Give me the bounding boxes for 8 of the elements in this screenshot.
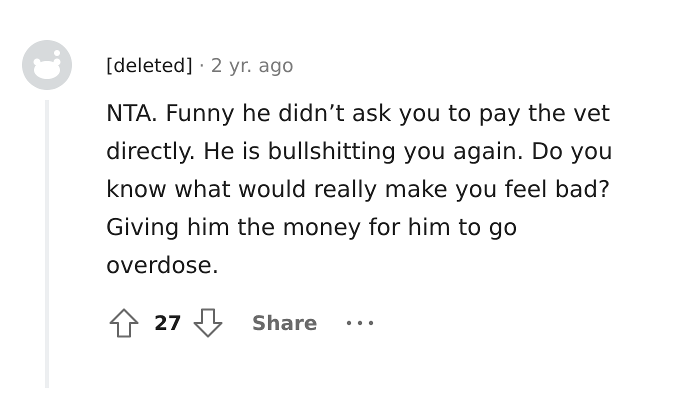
more-options-icon[interactable] [345,318,376,326]
separator-dot: · [198,54,205,79]
vote-count: 27 [154,310,182,336]
avatar-icon [22,40,72,90]
share-button[interactable]: Share [252,308,318,338]
comment-text: NTA. Funny he didn’t ask you to pay the vet directly. He is bullshitting you again. Do you know what would really make you feel bad? Giving him the money for him to go overdose. [106,100,614,280]
username[interactable]: [deleted] [106,52,193,80]
timestamp[interactable]: 2 yr. ago [210,52,294,80]
